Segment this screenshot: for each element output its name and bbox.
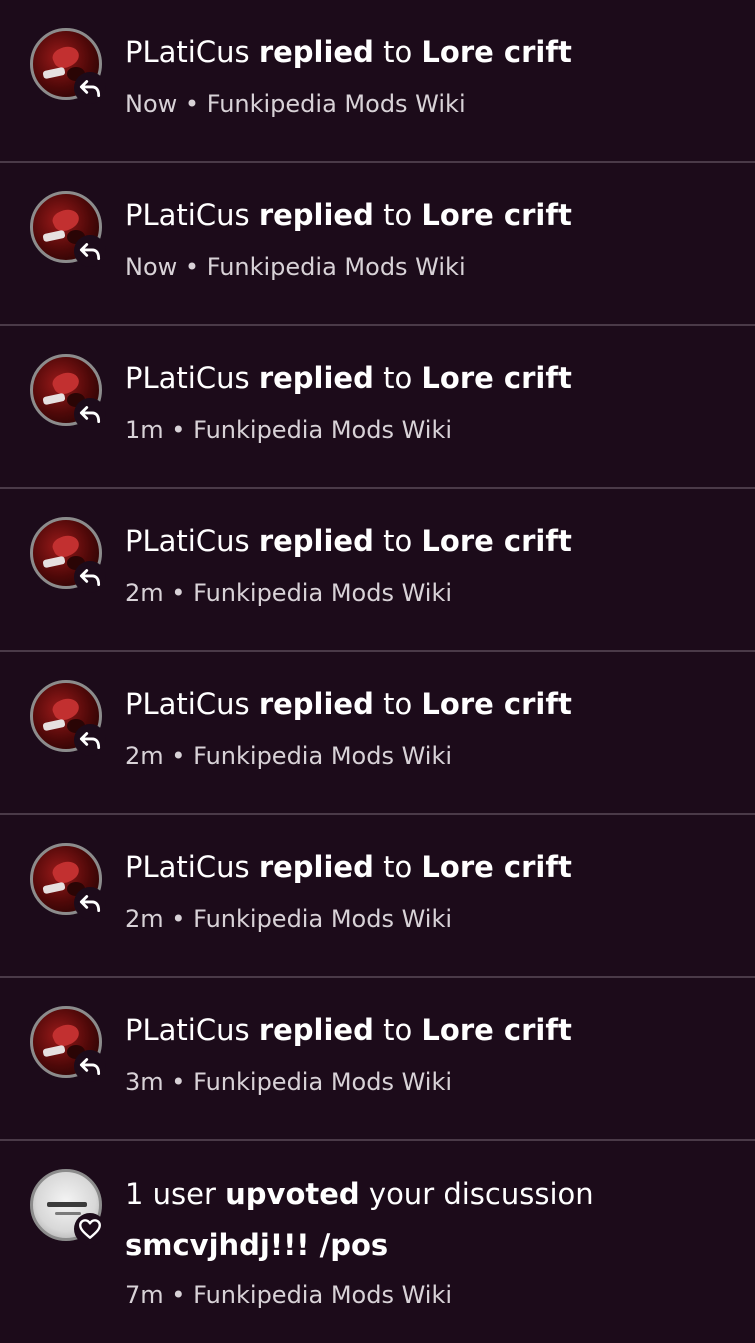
reply-icon xyxy=(74,724,106,756)
notification-meta: Now • Funkipedia Mods Wiki xyxy=(125,247,735,287)
actor-name: PLatiCus xyxy=(125,687,250,721)
notification-title: PLatiCus replied to Lore crift xyxy=(125,680,735,728)
action-text: replied xyxy=(258,361,374,395)
notification-meta: 1m • Funkipedia Mods Wiki xyxy=(125,410,735,450)
reply-icon xyxy=(74,887,106,919)
avatar xyxy=(30,354,106,430)
timestamp: 3m xyxy=(125,1068,164,1096)
meta-separator: • xyxy=(171,742,186,770)
meta-separator: • xyxy=(171,416,186,444)
connector-text: to xyxy=(383,361,413,395)
wiki-name: Funkipedia Mods Wiki xyxy=(206,253,466,281)
notification-title: PLatiCus replied to Lore crift xyxy=(125,28,735,76)
notification-meta: 7m • Funkipedia Mods Wiki xyxy=(125,1275,735,1315)
reply-icon xyxy=(74,72,106,104)
avatar xyxy=(30,191,106,267)
notification-title: 1 user upvoted your discussion smcvjhdj!!… xyxy=(125,1169,735,1271)
meta-separator: • xyxy=(171,1281,186,1309)
connector-text: to xyxy=(383,524,413,558)
target-title: Lore crift xyxy=(421,524,572,558)
notification-title: PLatiCus replied to Lore crift xyxy=(125,354,735,402)
notification-meta: 2m • Funkipedia Mods Wiki xyxy=(125,899,735,939)
actor-name: PLatiCus xyxy=(125,198,250,232)
actor-name: PLatiCus xyxy=(125,35,250,69)
avatar xyxy=(30,1006,106,1082)
timestamp: 2m xyxy=(125,579,164,607)
notification-item[interactable]: PLatiCus replied to Lore crift Now • Fun… xyxy=(0,163,755,326)
meta-separator: • xyxy=(171,905,186,933)
meta-separator: • xyxy=(171,579,186,607)
target-title: Lore crift xyxy=(421,850,572,884)
wiki-name: Funkipedia Mods Wiki xyxy=(193,579,453,607)
notification-item[interactable]: PLatiCus replied to Lore crift 3m • Funk… xyxy=(0,978,755,1141)
notification-list: PLatiCus replied to Lore crift Now • Fun… xyxy=(0,0,755,1340)
notification-title: PLatiCus replied to Lore crift xyxy=(125,1006,735,1054)
notification-item[interactable]: PLatiCus replied to Lore crift 1m • Funk… xyxy=(0,326,755,489)
notification-meta: Now • Funkipedia Mods Wiki xyxy=(125,84,735,124)
avatar xyxy=(30,517,106,593)
connector-text: to xyxy=(383,1013,413,1047)
notification-meta: 2m • Funkipedia Mods Wiki xyxy=(125,573,735,613)
avatar xyxy=(30,680,106,756)
reply-icon xyxy=(74,398,106,430)
target-title: Lore crift xyxy=(421,35,572,69)
timestamp: Now xyxy=(125,253,178,281)
wiki-name: Funkipedia Mods Wiki xyxy=(206,90,466,118)
timestamp: 2m xyxy=(125,742,164,770)
notification-title: PLatiCus replied to Lore crift xyxy=(125,517,735,565)
connector-text: to xyxy=(383,35,413,69)
avatar xyxy=(30,1169,106,1245)
reply-icon xyxy=(74,235,106,267)
target-title: smcvjhdj!!! /pos xyxy=(125,1228,389,1262)
avatar xyxy=(30,28,106,104)
timestamp: 7m xyxy=(125,1281,164,1309)
meta-separator: • xyxy=(171,1068,186,1096)
reply-icon xyxy=(74,1050,106,1082)
heart-icon xyxy=(74,1213,106,1245)
notification-item[interactable]: PLatiCus replied to Lore crift 2m • Funk… xyxy=(0,652,755,815)
wiki-name: Funkipedia Mods Wiki xyxy=(193,416,453,444)
actor-name: PLatiCus xyxy=(125,1013,250,1047)
meta-separator: • xyxy=(184,90,200,118)
action-text: upvoted xyxy=(225,1177,360,1211)
wiki-name: Funkipedia Mods Wiki xyxy=(193,742,453,770)
wiki-name: Funkipedia Mods Wiki xyxy=(193,1068,453,1096)
actor-name: PLatiCus xyxy=(125,361,250,395)
connector-text: your discussion xyxy=(368,1177,594,1211)
avatar xyxy=(30,843,106,919)
actor-name: PLatiCus xyxy=(125,524,250,558)
timestamp: Now xyxy=(125,90,178,118)
notification-meta: 3m • Funkipedia Mods Wiki xyxy=(125,1062,735,1102)
target-title: Lore crift xyxy=(421,687,572,721)
wiki-name: Funkipedia Mods Wiki xyxy=(193,1281,453,1309)
wiki-name: Funkipedia Mods Wiki xyxy=(193,905,453,933)
action-text: replied xyxy=(258,524,374,558)
connector-text: to xyxy=(383,198,413,232)
notification-item[interactable]: PLatiCus replied to Lore crift Now • Fun… xyxy=(0,0,755,163)
notification-item-upvote[interactable]: 1 user upvoted your discussion smcvjhdj!!… xyxy=(0,1141,755,1340)
notification-item[interactable]: PLatiCus replied to Lore crift 2m • Funk… xyxy=(0,489,755,652)
action-text: replied xyxy=(258,35,374,69)
notification-item[interactable]: PLatiCus replied to Lore crift 2m • Funk… xyxy=(0,815,755,978)
notification-meta: 2m • Funkipedia Mods Wiki xyxy=(125,736,735,776)
action-text: replied xyxy=(258,850,374,884)
target-title: Lore crift xyxy=(421,361,572,395)
action-text: replied xyxy=(258,687,374,721)
notification-title: PLatiCus replied to Lore crift xyxy=(125,191,735,239)
action-text: replied xyxy=(258,1013,374,1047)
reply-icon xyxy=(74,561,106,593)
connector-text: to xyxy=(383,687,413,721)
actor-name: 1 user xyxy=(125,1177,216,1211)
meta-separator: • xyxy=(184,253,200,281)
action-text: replied xyxy=(258,198,374,232)
timestamp: 1m xyxy=(125,416,164,444)
timestamp: 2m xyxy=(125,905,164,933)
target-title: Lore crift xyxy=(421,1013,572,1047)
actor-name: PLatiCus xyxy=(125,850,250,884)
target-title: Lore crift xyxy=(421,198,572,232)
notification-title: PLatiCus replied to Lore crift xyxy=(125,843,735,891)
connector-text: to xyxy=(383,850,413,884)
